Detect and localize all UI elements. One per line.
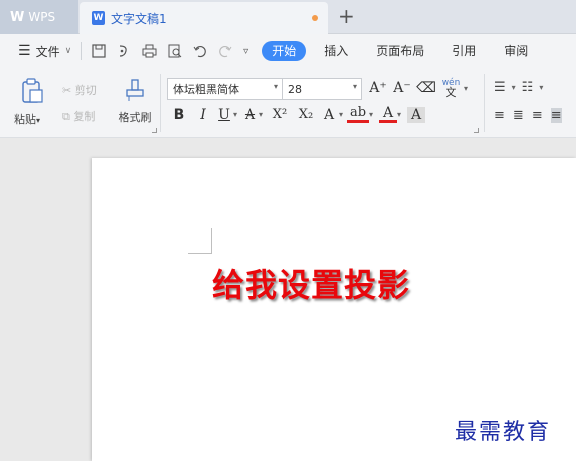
document-workspace: 给我设置投影: [0, 138, 576, 461]
bold-button[interactable]: B: [167, 107, 191, 123]
superscript-button[interactable]: X²: [267, 107, 293, 122]
hamburger-icon: ☰: [18, 43, 31, 59]
align-center-icon[interactable]: ≣: [513, 108, 524, 123]
phonetic-guide-button[interactable]: wén 文: [438, 79, 464, 99]
chevron-down-icon[interactable]: ▾: [259, 110, 267, 119]
unsaved-indicator: [312, 15, 318, 21]
chevron-down-icon[interactable]: ▾: [512, 83, 516, 92]
phonetic-char: 文: [445, 86, 457, 99]
justify-icon[interactable]: ≡: [550, 108, 562, 123]
document-tab-title: 文字文稿1: [111, 11, 167, 26]
highlight-button[interactable]: ab: [347, 106, 369, 123]
chevron-down-icon[interactable]: ▾: [369, 110, 379, 119]
print-icon[interactable]: [142, 44, 157, 58]
font-dialog-launcher[interactable]: [474, 128, 479, 133]
tab-page-layout[interactable]: 页面布局: [362, 41, 438, 61]
divider: [81, 42, 83, 60]
underline-button[interactable]: U: [215, 107, 233, 123]
chevron-down-icon: ▾: [352, 82, 357, 91]
divider: [160, 74, 161, 132]
cut-button[interactable]: ✂ 剪切: [62, 82, 97, 98]
align-left-icon[interactable]: ≡: [494, 108, 505, 123]
italic-button[interactable]: I: [191, 107, 215, 123]
scissors-icon: ✂: [62, 84, 72, 97]
font-color-button[interactable]: A: [379, 106, 397, 123]
home-ribbon: 粘贴▾ ✂ 剪切 ⧉ 复制 格式刷 体坛粗黑简体 ▾ 28 ▾ A⁺ A⁻ ⌫ …: [0, 68, 576, 138]
chevron-down-icon[interactable]: ▾: [464, 84, 468, 93]
copy-button[interactable]: ⧉ 复制: [62, 108, 95, 124]
chevron-down-icon[interactable]: ▾: [539, 83, 543, 92]
copy-label: 复制: [73, 110, 96, 123]
menu-bar: ☰ 文件 ∨ ▿ 开始 插入 页面布局 引用 审阅: [0, 34, 576, 68]
chevron-down-icon[interactable]: ▾: [397, 110, 407, 119]
font-size-value: 28: [288, 82, 302, 96]
ribbon-tabs: 开始 插入 页面布局 引用 审阅: [262, 41, 542, 61]
character-shading-button[interactable]: A: [407, 106, 425, 123]
watermark-text: 最需教育: [455, 420, 552, 445]
clipboard-dialog-launcher[interactable]: [152, 128, 157, 133]
margin-marker: [188, 228, 212, 254]
cut-label: 剪切: [74, 84, 97, 97]
shrink-font-button[interactable]: A⁻: [390, 80, 414, 96]
document-body-text[interactable]: 给我设置投影: [212, 260, 410, 306]
customize-toolbar-icon[interactable]: ▿: [243, 46, 248, 57]
chevron-down-icon: ▾: [273, 82, 278, 91]
font-size-select[interactable]: 28 ▾: [282, 78, 362, 100]
clipboard-icon: [22, 78, 43, 103]
font-format-row: B I U ▾ A ▾ X² X₂ A ▾ ab ▾ A ▾ A: [167, 106, 425, 123]
font-name-select[interactable]: 体坛粗黑简体 ▾: [167, 78, 283, 100]
app-home-tab[interactable]: W WPS: [0, 0, 78, 34]
tab-review[interactable]: 审阅: [490, 41, 542, 61]
title-tab-bar: W WPS W 文字文稿1 +: [0, 0, 576, 34]
list-tools: ☰ ▾ ☷ ▾: [494, 80, 543, 95]
plus-icon[interactable]: +: [338, 6, 355, 26]
redo-icon[interactable]: [218, 44, 232, 58]
chevron-down-icon: ∨: [64, 46, 72, 56]
paste-label: 粘贴: [14, 113, 36, 126]
subscript-button[interactable]: X₂: [293, 107, 319, 122]
font-size-tools: A⁺ A⁻ ⌫ wén 文 ▾: [366, 79, 468, 99]
copy-icon: ⧉: [62, 110, 70, 123]
file-menu-button[interactable]: ☰ 文件 ∨: [0, 43, 71, 60]
document-tab[interactable]: W 文字文稿1: [80, 2, 328, 34]
align-right-icon[interactable]: ≡: [532, 108, 543, 123]
format-painter-button[interactable]: 格式刷: [114, 78, 156, 125]
quick-access-toolbar: ▿: [92, 44, 248, 58]
chevron-down-icon[interactable]: ▾: [233, 110, 241, 119]
format-painter-label: 格式刷: [118, 111, 152, 124]
save-icon[interactable]: [92, 44, 106, 58]
chevron-down-icon[interactable]: ▾: [339, 110, 347, 119]
grow-font-button[interactable]: A⁺: [366, 80, 390, 96]
format-painter-icon: [126, 79, 144, 101]
bullet-list-icon[interactable]: ☰: [494, 80, 506, 95]
export-pdf-icon[interactable]: [117, 44, 131, 58]
paste-button[interactable]: 粘贴▾: [14, 78, 54, 127]
divider: [484, 74, 485, 132]
wps-logo-icon: W: [10, 9, 24, 25]
alignment-tools: ≡ ≣ ≡ ≡: [494, 108, 562, 123]
strikethrough-button[interactable]: A: [241, 107, 259, 123]
app-name: WPS: [28, 10, 56, 24]
file-menu-label: 文件: [35, 44, 60, 59]
document-icon: W: [92, 11, 105, 25]
tab-home[interactable]: 开始: [262, 41, 307, 61]
tab-references[interactable]: 引用: [438, 41, 490, 61]
font-name-value: 体坛粗黑简体: [173, 83, 239, 96]
clear-format-eraser-icon[interactable]: ⌫: [414, 80, 438, 96]
tab-insert[interactable]: 插入: [310, 41, 362, 61]
text-effect-button[interactable]: A: [319, 107, 339, 123]
numbered-list-icon[interactable]: ☷: [522, 80, 534, 95]
undo-icon[interactable]: [193, 44, 207, 58]
print-preview-icon[interactable]: [168, 44, 182, 58]
